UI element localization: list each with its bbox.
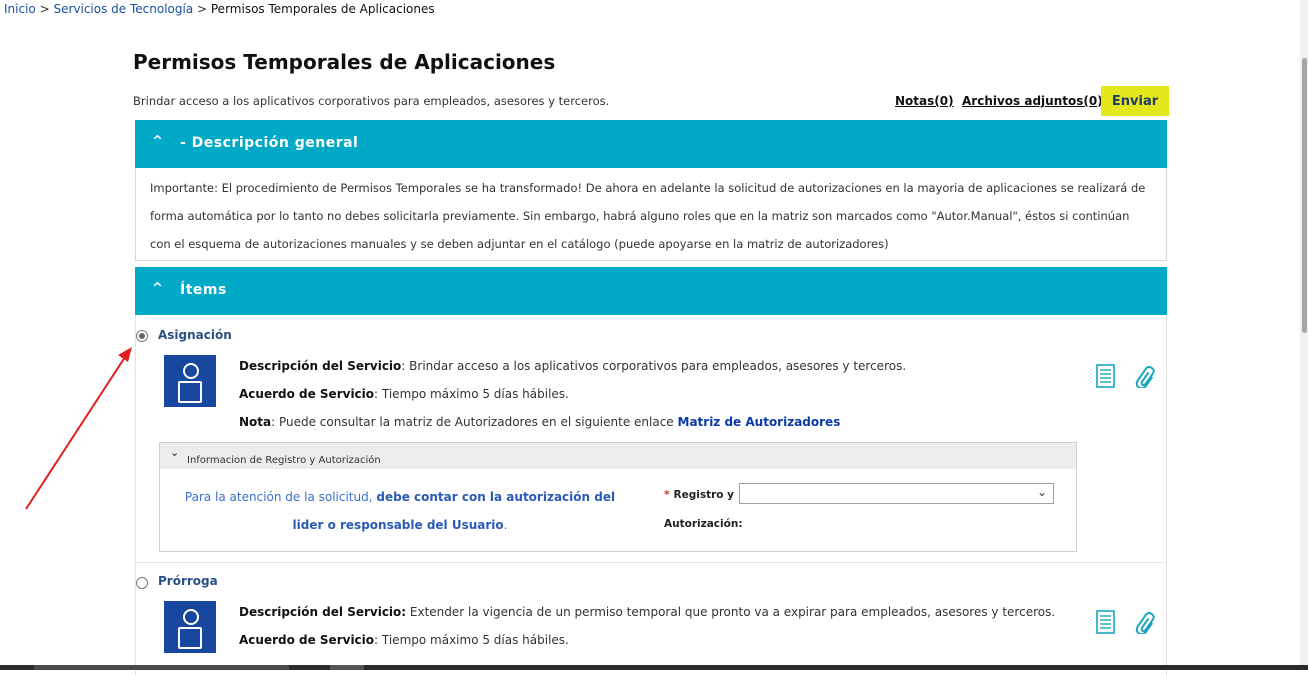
- service-agreement-label: Acuerdo de Servicio: [239, 387, 375, 401]
- description-text: Extender la vigencia de un permiso tempo…: [406, 605, 1056, 619]
- registro-label: * Registro y: [664, 489, 734, 501]
- authorization-note: Para la atención de la solicitud, debe c…: [170, 483, 630, 539]
- paperclip-icon[interactable]: [1133, 364, 1159, 388]
- item-description: Descripción del Servicio: Brindar acceso…: [239, 359, 906, 373]
- scrollbar-thumb[interactable]: [1302, 58, 1307, 333]
- breadcrumb-separator: >: [193, 2, 211, 16]
- autorizacion-label: Autorización:: [664, 518, 743, 530]
- subpanel-header[interactable]: ⌄ Informacion de Registro y Autorización: [160, 443, 1076, 469]
- registro-label-text: Registro y: [673, 489, 734, 501]
- required-asterisk: *: [664, 489, 670, 501]
- user-avatar-icon: [164, 355, 216, 407]
- document-icon[interactable]: [1095, 610, 1117, 634]
- breadcrumb: Inicio > Servicios de Tecnología > Permi…: [4, 1, 435, 17]
- service-agreement-label: Acuerdo de Servicio: [239, 633, 375, 647]
- breadcrumb-separator: >: [35, 2, 54, 16]
- descripcion-general-text: Importante: El procedimiento de Permisos…: [135, 168, 1167, 261]
- item-name-prorroga: Prórroga: [158, 574, 218, 588]
- paperclip-icon[interactable]: [1133, 610, 1159, 634]
- chevron-up-icon[interactable]: ^: [152, 281, 163, 296]
- service-agreement-text: : Tiempo máximo 5 días hábiles.: [374, 387, 569, 401]
- authorization-note-end: .: [503, 518, 508, 532]
- chevron-up-icon[interactable]: ^: [152, 134, 163, 149]
- enviar-button[interactable]: Enviar: [1101, 86, 1169, 116]
- user-avatar-icon: [164, 601, 216, 653]
- items-header[interactable]: ^ Ítems: [135, 267, 1167, 315]
- note-label: Nota: [239, 415, 272, 429]
- notas-link[interactable]: Notas(0): [895, 94, 954, 108]
- item-note: Nota: Puede consultar la matriz de Autor…: [239, 415, 840, 429]
- divider: [136, 562, 1166, 563]
- breadcrumb-inicio-link[interactable]: Inicio: [4, 2, 36, 16]
- note-text: : Puede consultar la matriz de Autorizad…: [271, 415, 678, 429]
- registro-autorizacion-panel: ⌄ Informacion de Registro y Autorización…: [159, 442, 1077, 552]
- item-name-asignacion: Asignación: [158, 328, 232, 342]
- item-service-agreement: Acuerdo de Servicio: Tiempo máximo 5 día…: [239, 387, 569, 401]
- chevron-down-icon[interactable]: ⌄: [1037, 485, 1047, 499]
- item-service-agreement: Acuerdo de Servicio: Tiempo máximo 5 día…: [239, 633, 569, 647]
- document-icon[interactable]: [1095, 364, 1117, 388]
- description-text: : Brindar acceso a los aplicativos corpo…: [401, 359, 907, 373]
- chevron-down-icon[interactable]: ⌄: [170, 446, 179, 459]
- item-description: Descripción del Servicio: Extender la vi…: [239, 605, 1055, 619]
- page-title: Permisos Temporales de Aplicaciones: [133, 50, 556, 74]
- prorroga-radio[interactable]: [136, 577, 148, 589]
- archivos-adjuntos-link[interactable]: Archivos adjuntos(0): [962, 94, 1103, 108]
- vertical-scrollbar[interactable]: [1300, 0, 1308, 670]
- authorization-note-plain: Para la atención de la solicitud,: [184, 490, 377, 504]
- section-title: Ítems: [180, 282, 227, 298]
- breadcrumb-current: Permisos Temporales de Aplicaciones: [210, 2, 435, 16]
- description-label: Descripción del Servicio: [239, 359, 402, 373]
- matriz-autorizadores-link[interactable]: Matriz de Autorizadores: [678, 415, 841, 429]
- subpanel-title: Informacion de Registro y Autorización: [187, 455, 381, 466]
- section-title: - Descripción general: [180, 135, 359, 151]
- registro-autorizacion-select[interactable]: ⌄: [739, 483, 1054, 504]
- asignacion-radio[interactable]: [136, 330, 148, 342]
- service-agreement-text: : Tiempo máximo 5 días hábiles.: [374, 633, 569, 647]
- descripcion-general-header[interactable]: ^ - Descripción general: [135, 120, 1167, 168]
- breadcrumb-servicios-link[interactable]: Servicios de Tecnología: [53, 2, 193, 16]
- description-label: Descripción del Servicio:: [239, 605, 407, 619]
- taskbar: [0, 665, 1308, 670]
- page-subtitle: Brindar acceso a los aplicativos corpora…: [133, 94, 610, 108]
